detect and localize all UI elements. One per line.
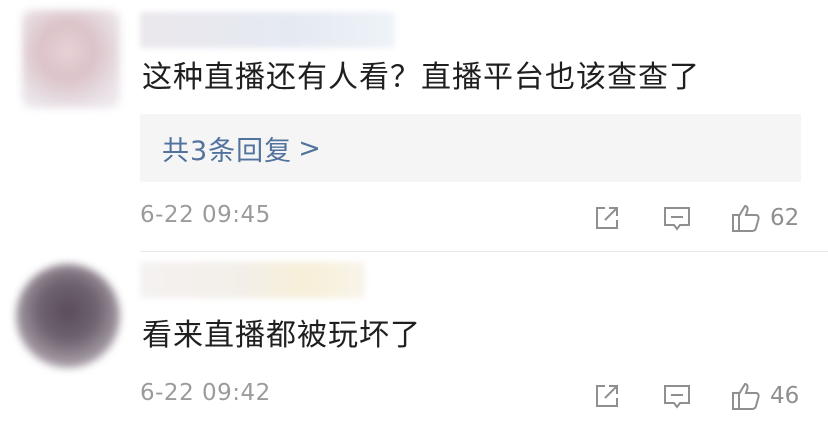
comment-button[interactable] — [662, 200, 692, 236]
view-replies-button[interactable]: 共3条回复 > — [140, 114, 801, 182]
timestamp: 6-22 09:45 — [140, 202, 271, 228]
share-icon — [596, 385, 618, 407]
replies-label: 共3条回复 — [162, 135, 293, 167]
timestamp: 6-22 09:42 — [140, 380, 271, 406]
share-button[interactable] — [592, 378, 622, 414]
share-button[interactable] — [592, 200, 622, 236]
comment-list: 这种直播还有人看？直播平台也该查查了 共3条回复 > 6-22 09:45 62… — [0, 0, 828, 430]
username-blurred[interactable] — [140, 262, 365, 298]
comment-icon — [664, 207, 690, 231]
like-count: 46 — [770, 383, 800, 409]
avatar[interactable] — [16, 264, 120, 368]
like-button[interactable]: 46 — [730, 378, 799, 414]
comment-meta-bar: 6-22 09:42 46 — [140, 376, 828, 416]
comment-meta-bar: 6-22 09:45 62 — [140, 198, 828, 238]
username-blurred[interactable] — [140, 12, 395, 48]
avatar[interactable] — [22, 10, 120, 108]
like-button[interactable]: 62 — [730, 200, 799, 236]
comment-icon — [664, 385, 690, 409]
like-count: 62 — [770, 205, 800, 231]
thumbs-up-icon — [732, 382, 760, 410]
chevron-right-icon: > — [298, 132, 322, 164]
share-icon — [596, 207, 618, 229]
comment-button[interactable] — [662, 378, 692, 414]
comment-item: 看来直播都被玩坏了 6-22 09:42 46 — [0, 252, 828, 430]
comment-text: 看来直播都被玩坏了 — [142, 318, 421, 353]
comment-text: 这种直播还有人看？直播平台也该查查了 — [142, 60, 700, 95]
comment-item: 这种直播还有人看？直播平台也该查查了 共3条回复 > 6-22 09:45 62 — [0, 0, 828, 252]
thumbs-up-icon — [732, 204, 760, 232]
